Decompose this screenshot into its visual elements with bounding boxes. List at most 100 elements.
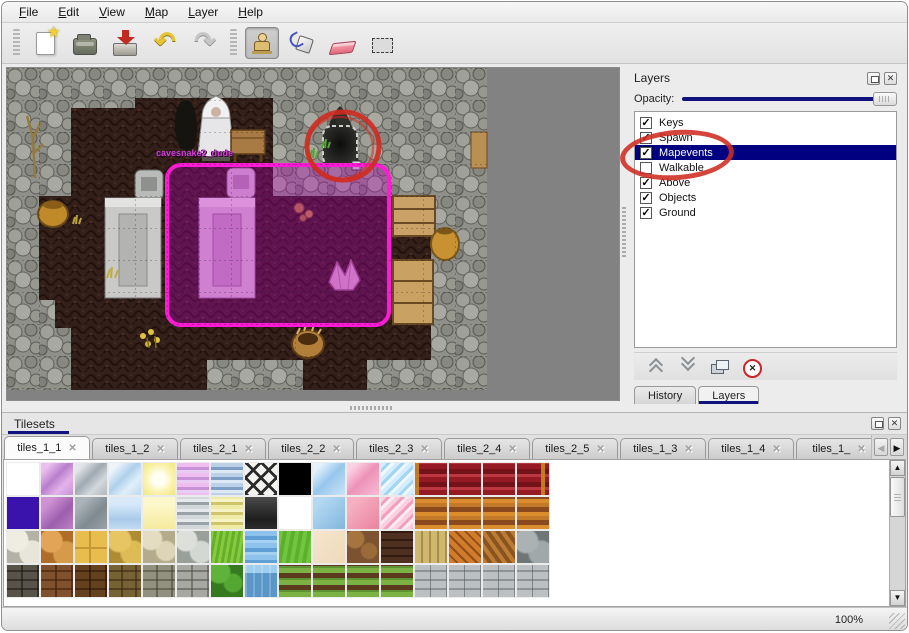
tile-rose-tile[interactable] (347, 497, 379, 529)
tile-pale-yellow[interactable] (143, 497, 175, 529)
horizontal-splitter[interactable] (2, 404, 907, 412)
tile-gold-tiles[interactable] (75, 531, 107, 563)
close-panel-icon[interactable]: ✕ (884, 72, 897, 85)
tileset-tab-tiles_2_2[interactable]: tiles_2_2✕ (268, 438, 354, 459)
tile-gray-stones[interactable] (517, 531, 549, 563)
tile-brick-light[interactable] (517, 565, 549, 597)
layer-row-mapevents[interactable]: ✓Mapevents (635, 145, 896, 160)
close-tab-icon[interactable]: ✕ (857, 444, 865, 455)
tile-beige-pebbles[interactable] (143, 531, 175, 563)
tile-rose-glass[interactable] (347, 463, 379, 495)
layer-row-spawn[interactable]: ✓Spawn (635, 130, 896, 145)
opacity-slider-handle[interactable] (873, 92, 897, 106)
tile-crops[interactable] (381, 565, 413, 597)
tile-orange-weave[interactable] (449, 531, 481, 563)
resize-grip-icon[interactable] (889, 613, 905, 629)
scroll-tabs-left-icon[interactable]: ◀ (874, 438, 888, 456)
tile-sand[interactable] (313, 531, 345, 563)
tile-grass-bright[interactable] (279, 531, 311, 563)
tile-gray-glass[interactable] (75, 463, 107, 495)
move-layer-up-button[interactable] (644, 357, 668, 377)
tile-pink-stripes[interactable] (177, 463, 209, 495)
close-tab-icon[interactable]: ✕ (420, 444, 428, 455)
save-file-button[interactable] (108, 27, 142, 59)
scrollbar-thumb[interactable] (890, 477, 905, 517)
tile-brick-light[interactable] (483, 565, 515, 597)
tileset-tab-tiles_2_5[interactable]: tiles_2_5✕ (532, 438, 618, 459)
tile-stone-gray[interactable] (143, 565, 175, 597)
layer-checkbox[interactable]: ✓ (640, 132, 652, 144)
menu-edit[interactable]: Edit (49, 3, 88, 21)
float-tilesets-icon[interactable] (871, 417, 884, 430)
scroll-up-icon[interactable]: ▲ (890, 460, 905, 476)
tile-crops[interactable] (279, 565, 311, 597)
layer-checkbox[interactable]: ✓ (640, 207, 652, 219)
tile-wood-stripes[interactable] (449, 497, 481, 529)
tile-indigo[interactable] (7, 497, 39, 529)
close-tilesets-icon[interactable]: ✕ (888, 417, 901, 430)
tile-brick-brown[interactable] (41, 565, 73, 597)
tile-planks[interactable] (415, 531, 447, 563)
close-tab-icon[interactable]: ✕ (596, 444, 604, 455)
tile-brown-floor[interactable] (347, 531, 379, 563)
layer-row-keys[interactable]: ✓Keys (635, 115, 896, 130)
menu-view[interactable]: View (90, 3, 134, 21)
tile-brick-dark[interactable] (75, 565, 107, 597)
tile-yellow-stone[interactable] (109, 531, 141, 563)
tile-red-curtain[interactable] (449, 463, 481, 495)
eraser-tool-button[interactable] (325, 27, 359, 59)
layer-checkbox[interactable]: ✓ (640, 117, 652, 129)
float-panel-icon[interactable] (867, 72, 880, 85)
tile-violet-glass[interactable] (41, 463, 73, 495)
tile-water-light[interactable] (109, 497, 141, 529)
tile-blue-glass[interactable] (109, 463, 141, 495)
tile-dark-wood[interactable] (381, 531, 413, 563)
tile-orange-cobble[interactable] (41, 531, 73, 563)
toolbar-handle-icon[interactable] (13, 29, 20, 57)
map-canvas[interactable]: cavesnake2_dude (6, 67, 620, 401)
tile-slate-glass[interactable] (75, 497, 107, 529)
tile-crops[interactable] (313, 565, 345, 597)
tile-yellow-stripes[interactable] (211, 497, 243, 529)
tileset-tab-tiles_1_[interactable]: tiles_1_✕ (796, 438, 882, 459)
tile-violet-glass-dark[interactable] (41, 497, 73, 529)
layer-row-walkable[interactable]: Walkable (635, 160, 896, 175)
tileset-tab-tiles_1_3[interactable]: tiles_1_3✕ (620, 438, 706, 459)
tile-sky-tile[interactable] (313, 497, 345, 529)
tile-lattice[interactable] (245, 463, 277, 495)
tile-black[interactable] (279, 463, 311, 495)
opacity-slider[interactable] (682, 92, 897, 106)
scroll-down-icon[interactable]: ▼ (890, 590, 905, 606)
tile-brick-light[interactable] (449, 565, 481, 597)
tile-red-curtain-left[interactable] (415, 463, 447, 495)
tile-dark-wall[interactable] (7, 565, 39, 597)
layer-checkbox[interactable] (640, 162, 652, 174)
tile-water[interactable] (245, 531, 277, 563)
tile-gray-pebbles[interactable] (177, 531, 209, 563)
delete-layer-button[interactable] (740, 357, 764, 377)
open-file-button[interactable] (68, 27, 102, 59)
tileset-tab-tiles_2_1[interactable]: tiles_2_1✕ (180, 438, 266, 459)
layer-checkbox[interactable]: ✓ (640, 192, 652, 204)
menu-layer[interactable]: Layer (179, 3, 227, 21)
redo-button[interactable] (188, 27, 222, 59)
close-tab-icon[interactable]: ✕ (332, 444, 340, 455)
close-tab-icon[interactable]: ✕ (508, 444, 516, 455)
duplicate-layer-button[interactable] (708, 357, 732, 377)
close-tab-icon[interactable]: ✕ (244, 444, 252, 455)
layer-row-above[interactable]: ✓Above (635, 175, 896, 190)
toolbar-handle-icon[interactable] (230, 29, 237, 57)
tile-herringbone[interactable] (483, 531, 515, 563)
layer-checkbox[interactable]: ✓ (640, 177, 652, 189)
close-tab-icon[interactable]: ✕ (156, 444, 164, 455)
layer-row-objects[interactable]: ✓Objects (635, 190, 896, 205)
tilesets-title-tab[interactable]: Tilesets (8, 415, 69, 434)
tile-crops[interactable] (347, 565, 379, 597)
tile-dark-sign[interactable] (245, 497, 277, 529)
tile-wood-stripes[interactable] (517, 497, 549, 529)
vertical-splitter[interactable] (620, 67, 628, 404)
fill-tool-button[interactable] (285, 27, 319, 59)
scroll-tabs-right-icon[interactable]: ▶ (890, 438, 904, 456)
move-layer-down-button[interactable] (676, 357, 700, 377)
tile-red-curtain[interactable] (483, 463, 515, 495)
